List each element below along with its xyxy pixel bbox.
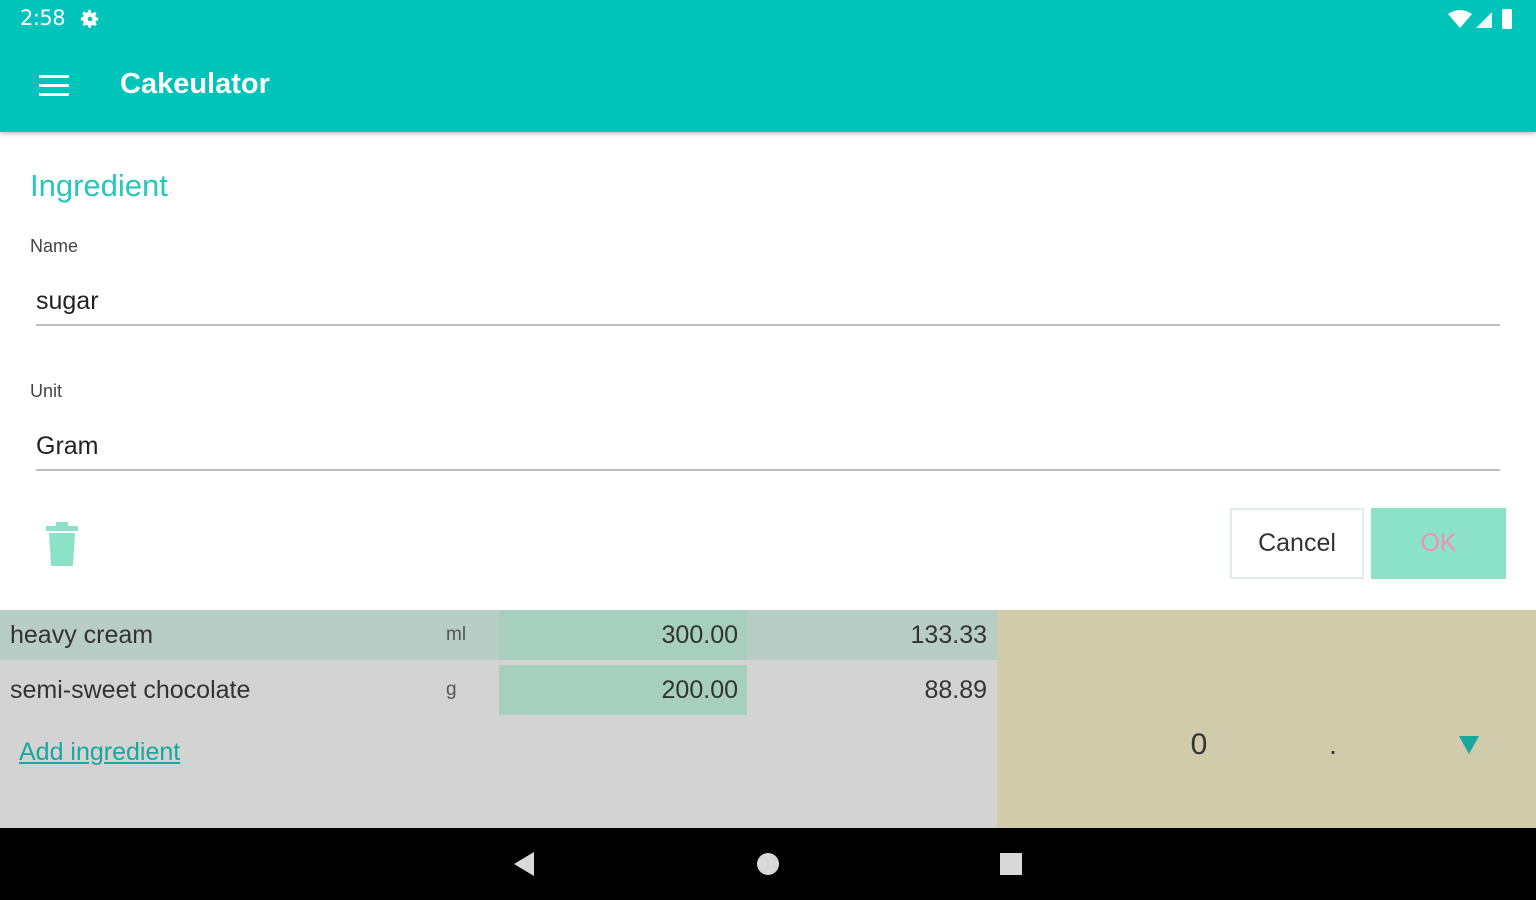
ingredient-scaled-quantity: 133.33 (910, 620, 987, 649)
add-ingredient-link[interactable]: Add ingredient (19, 738, 180, 767)
name-label: Name (30, 236, 79, 256)
unit-field[interactable] (36, 427, 1500, 471)
status-time: 2:58 (20, 6, 66, 30)
app-bar: 2:58 Cakeulator (0, 0, 1536, 132)
status-icons (1448, 9, 1512, 29)
toolbar: Cakeulator (0, 38, 1536, 132)
table-row[interactable]: semi-sweet chocolate g 200.00 88.89 (0, 665, 997, 715)
signal-icon (1476, 12, 1492, 28)
app-title: Cakeulator (120, 68, 270, 100)
cancel-button[interactable]: Cancel (1230, 508, 1364, 579)
navigation-bar (0, 828, 1536, 900)
number-keypad: 0 . (997, 610, 1536, 828)
ingredient-unit: g (446, 679, 457, 700)
ingredient-dialog: Ingredient Name Unit Cancel OK (0, 132, 1536, 610)
recents-icon[interactable] (991, 846, 1031, 882)
gear-icon (80, 9, 99, 28)
trash-icon[interactable] (40, 520, 84, 568)
key-zero[interactable]: 0 (1169, 720, 1229, 770)
table-row[interactable]: heavy cream ml 300.00 133.33 (0, 610, 997, 660)
home-icon[interactable] (748, 846, 788, 882)
ingredient-name: heavy cream (10, 620, 154, 649)
back-icon[interactable] (504, 846, 544, 882)
wifi-icon (1448, 10, 1472, 28)
ingredient-scaled-quantity: 88.89 (924, 675, 987, 704)
ingredient-quantity[interactable]: 200.00 (499, 665, 747, 715)
ingredient-table: heavy cream ml 300.00 133.33 semi-sweet … (0, 610, 997, 828)
unit-label: Unit (30, 381, 63, 401)
triangle-down-icon[interactable] (1439, 720, 1499, 770)
menu-icon[interactable] (26, 58, 82, 114)
dialog-title: Ingredient (30, 168, 168, 203)
status-bar: 2:58 (0, 0, 1536, 38)
key-decimal-point[interactable]: . (1303, 720, 1363, 770)
ingredient-name: semi-sweet chocolate (10, 675, 251, 704)
ok-button[interactable]: OK (1371, 508, 1506, 579)
ingredient-quantity[interactable]: 300.00 (499, 610, 747, 660)
ingredient-unit: ml (446, 624, 467, 645)
name-field[interactable] (36, 282, 1500, 326)
battery-icon (1502, 9, 1512, 29)
